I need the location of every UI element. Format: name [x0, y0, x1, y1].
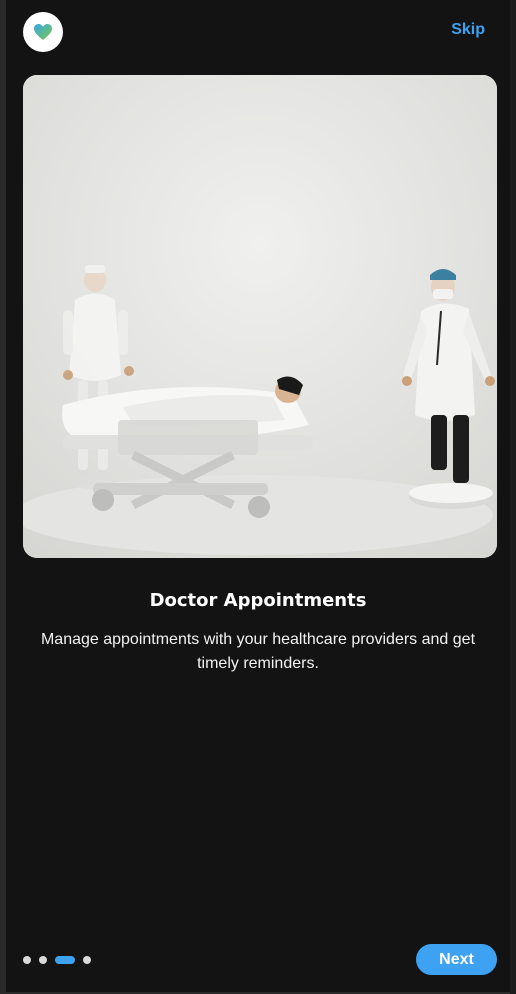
skip-button[interactable]: Skip — [451, 21, 485, 39]
window-edge — [510, 0, 516, 994]
onboarding-screen: Skip Doctor Appointments Manage appointm… — [6, 0, 511, 992]
page-dot-3-active[interactable] — [55, 956, 75, 964]
pagination-dots — [23, 956, 91, 964]
page-dot-4[interactable] — [83, 956, 91, 964]
slide-title: Doctor Appointments — [149, 590, 367, 611]
page-dot-1[interactable] — [23, 956, 31, 964]
hero-image — [23, 75, 497, 558]
next-button[interactable]: Next — [416, 944, 497, 975]
slide-description: Manage appointments with your healthcare… — [40, 631, 476, 672]
page-dot-2[interactable] — [39, 956, 47, 964]
heart-icon — [34, 24, 52, 40]
app-logo — [23, 12, 63, 52]
